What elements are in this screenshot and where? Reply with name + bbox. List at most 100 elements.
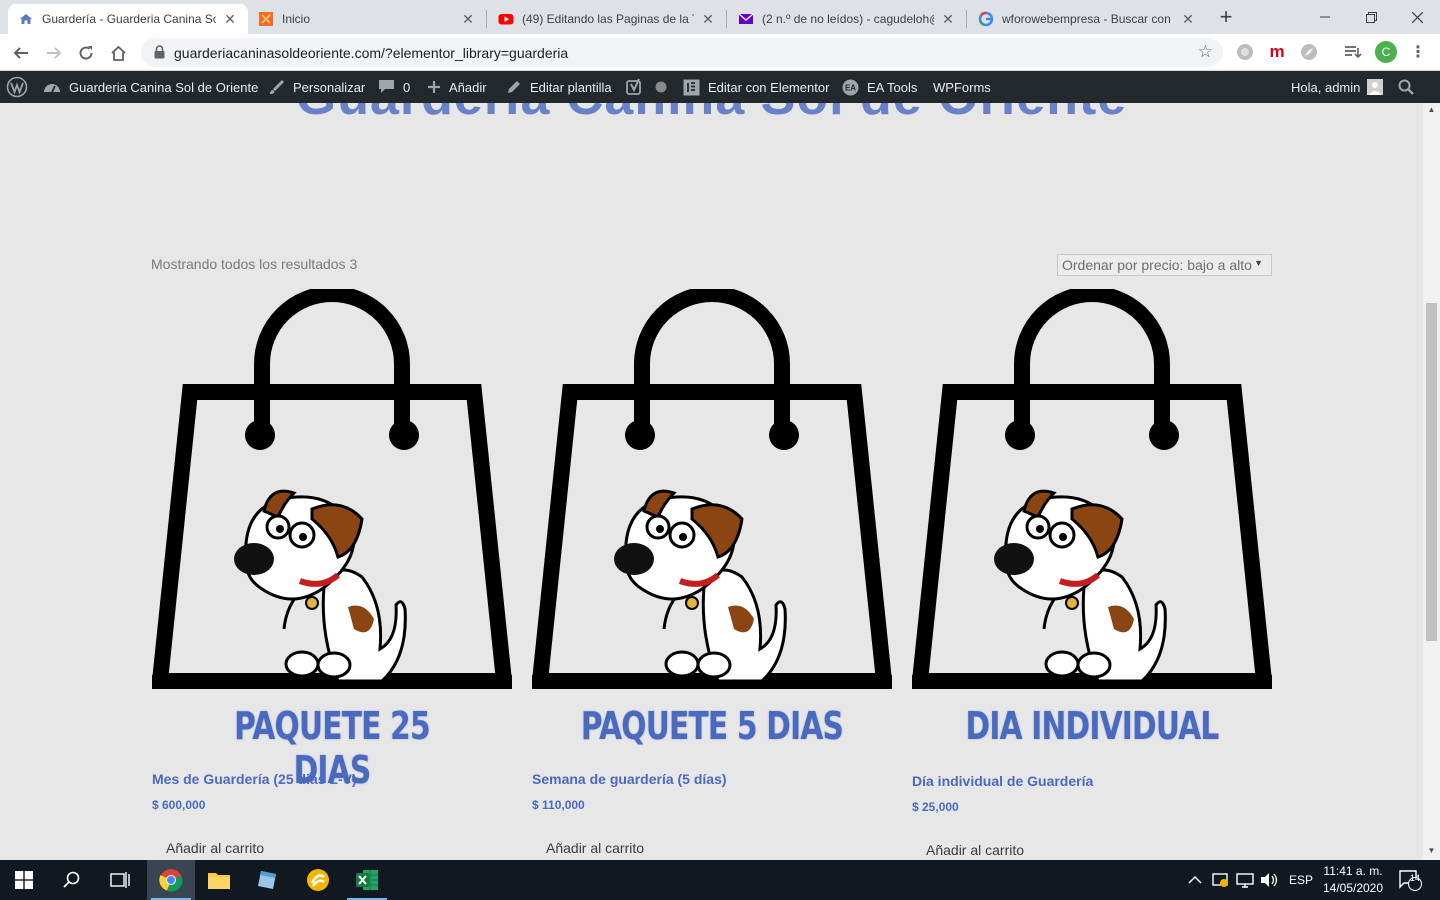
product-card: PAQUETE 5 DIAS Semana de guardería (5 dí… [531, 286, 893, 859]
menu-dots-icon[interactable]: ⋮ [1408, 42, 1428, 62]
reload-icon[interactable] [74, 41, 98, 65]
notepad-icon[interactable] [243, 860, 291, 900]
site-name-menu[interactable]: Guarderia Canina Sol de Oriente [43, 71, 258, 103]
close-window-icon[interactable] [1394, 0, 1440, 34]
wpforms-label: WPForms [933, 79, 991, 95]
product-price: $ 600,000 [152, 798, 206, 812]
comment-bubble-icon [378, 79, 395, 95]
tab-youtube[interactable]: (49) Editando las Paginas de la Tienda ✕ [488, 4, 726, 34]
notification-center-icon[interactable]: 14 [1398, 860, 1422, 900]
scrollbar-thumb[interactable] [1426, 303, 1437, 641]
customize-label: Personalizar [293, 79, 366, 95]
chrome-taskbar-icon[interactable] [147, 860, 195, 900]
search-icon[interactable] [1398, 71, 1414, 103]
update-tray-icon[interactable] [1212, 860, 1230, 900]
ea-badge-icon: EA [842, 79, 859, 96]
product-card: PAQUETE 25 DIAS Mes de Guardería (25 dia… [151, 286, 513, 859]
add-new-menu[interactable]: Añadir [427, 71, 487, 103]
tab-google[interactable]: wforowebempresa - Buscar con Google ✕ [968, 4, 1206, 34]
customize-link[interactable]: Personalizar [268, 71, 365, 103]
my-account-menu[interactable]: Hola, admin [1291, 71, 1384, 103]
taskbar-clock[interactable]: 11:41 a. m. 14/05/2020 [1318, 863, 1388, 897]
product-banner: PAQUETE 5 DIAS [580, 704, 844, 748]
wordpress-logo-icon[interactable] [6, 71, 28, 103]
add-to-cart-button[interactable]: Añadir al carrito [166, 840, 264, 856]
wpforms-menu[interactable]: WPForms [933, 71, 991, 103]
volume-icon[interactable] [1260, 860, 1278, 900]
close-icon[interactable]: ✕ [222, 11, 238, 28]
scroll-down-icon[interactable]: ▼ [1423, 844, 1440, 858]
youtube-icon [498, 11, 514, 27]
browser-toolbar: guarderiacaninasoldeoriente.com/?element… [0, 34, 1440, 71]
mail-icon [738, 11, 754, 27]
bookmark-star-icon[interactable]: ☆ [1198, 42, 1213, 62]
add-new-label: Añadir [449, 79, 487, 95]
pencil-icon [506, 79, 522, 95]
comments-link[interactable]: 0 [378, 71, 410, 103]
close-icon[interactable]: ✕ [700, 11, 716, 28]
extension-grey-icon[interactable] [1235, 42, 1255, 62]
lock-icon[interactable] [154, 45, 165, 64]
media-app-icon[interactable] [294, 860, 342, 900]
back-icon[interactable] [9, 41, 33, 65]
minimize-icon[interactable] [1302, 0, 1348, 34]
bag-dog-image[interactable] [151, 286, 513, 689]
language-indicator[interactable]: ESP [1289, 860, 1313, 900]
greeting-label: Hola, admin [1291, 79, 1361, 95]
excel-icon[interactable] [343, 860, 391, 900]
file-explorer-icon[interactable] [195, 860, 243, 900]
product-card: DIA INDIVIDUAL Día individual de Guarder… [911, 286, 1273, 859]
bag-dog-image[interactable] [531, 286, 893, 689]
edit-template-link[interactable]: Editar plantilla [506, 71, 612, 103]
tab-mail[interactable]: (2 n.º de no leídos) - cagudeloh@ ✕ [728, 4, 966, 34]
orderby-select[interactable]: Ordenar por precio: bajo a alto ▼ [1057, 254, 1272, 276]
windows-start-icon[interactable] [0, 860, 48, 900]
url-text[interactable]: guarderiacaninasoldeoriente.com/?element… [174, 45, 568, 61]
page-scrollbar[interactable]: ▲ ▼ [1423, 103, 1440, 860]
tab-guarderia[interactable]: Guardería - Guarderia Canina Sol de Orie… [8, 4, 248, 34]
seo-status-dot-icon [655, 71, 667, 103]
search-icon[interactable] [48, 860, 96, 900]
yoast-seo-icon[interactable] [626, 71, 646, 103]
clock-date: 14/05/2020 [1322, 881, 1384, 895]
shop-page: Guardería Canina Sol de Oriente Mostrand… [0, 103, 1423, 860]
address-bar[interactable]: guarderiacaninasoldeoriente.com/?element… [141, 38, 1223, 67]
home-icon[interactable] [106, 41, 130, 65]
task-view-icon[interactable] [96, 860, 144, 900]
close-icon[interactable]: ✕ [1180, 11, 1196, 28]
wp-admin-bar: Guarderia Canina Sol de Oriente Personal… [0, 71, 1440, 103]
extension-compass-icon[interactable] [1299, 42, 1319, 62]
dog-illustration [234, 489, 407, 683]
close-icon[interactable]: ✕ [460, 11, 476, 28]
edit-elementor-link[interactable]: Editar con Elementor [683, 71, 829, 103]
orange-square-icon [258, 11, 274, 27]
scroll-up-icon[interactable]: ▲ [1423, 103, 1440, 117]
bag-dog-image[interactable] [911, 286, 1273, 689]
dropdown-arrow-icon: ▼ [1254, 258, 1263, 268]
reading-list-icon[interactable] [1343, 42, 1363, 62]
site-name-label: Guarderia Canina Sol de Oriente [69, 79, 259, 95]
paintbrush-icon [268, 79, 285, 96]
extension-m-icon[interactable]: m [1267, 42, 1287, 62]
add-to-cart-button[interactable]: Añadir al carrito [926, 842, 1024, 858]
tab-inicio[interactable]: Inicio ✕ [248, 4, 486, 34]
close-icon[interactable]: ✕ [940, 11, 956, 28]
network-icon[interactable] [1236, 860, 1254, 900]
edit-template-label: Editar plantilla [530, 79, 612, 95]
product-title-link[interactable]: Semana de guardería (5 días) [532, 771, 727, 787]
dashboard-icon [43, 79, 61, 95]
product-title-link[interactable]: Mes de Guardería (25 dias L-V) [152, 771, 357, 787]
show-hidden-icons[interactable] [1188, 860, 1202, 900]
product-price: $ 25,000 [912, 800, 959, 814]
profile-avatar[interactable]: C [1375, 41, 1397, 63]
ea-tools-menu[interactable]: EA EA Tools [842, 71, 917, 103]
new-tab-button[interactable]: + [1214, 6, 1238, 30]
restore-icon[interactable] [1348, 0, 1394, 34]
avatar [1367, 79, 1384, 95]
clock-time: 11:41 a. m. [1323, 864, 1383, 878]
product-title-link[interactable]: Día individual de Guardería [912, 773, 1093, 789]
svg-text:EA: EA [845, 83, 856, 92]
google-icon [978, 11, 994, 27]
add-to-cart-button[interactable]: Añadir al carrito [546, 840, 644, 856]
forward-icon[interactable] [42, 41, 66, 65]
